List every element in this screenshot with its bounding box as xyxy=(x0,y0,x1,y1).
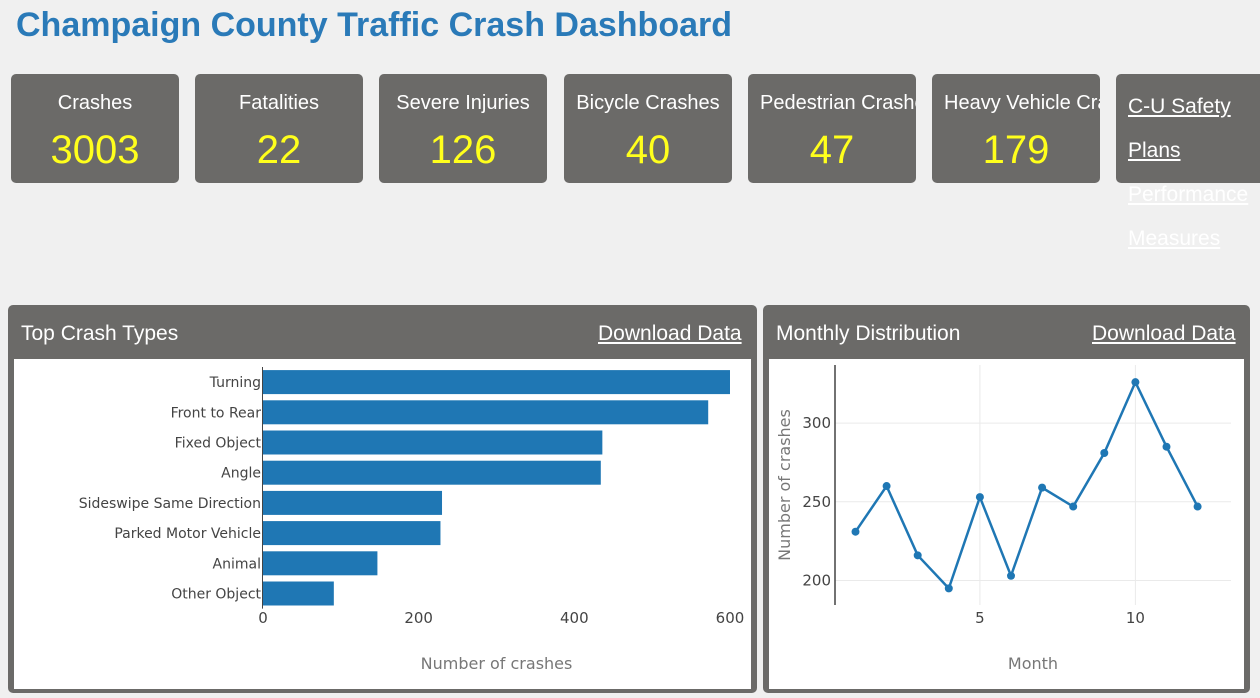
bar xyxy=(263,490,443,515)
series-line xyxy=(854,379,1199,591)
stat-card-heavy-vehicle-crashes: Heavy Vehicle Crashes 179 xyxy=(932,74,1100,183)
x-tick-label: 5 xyxy=(975,609,985,627)
panel-title: Top Crash Types xyxy=(21,322,179,345)
data-point xyxy=(1069,502,1078,511)
stat-value: 3003 xyxy=(50,128,140,172)
stat-label: Heavy Vehicle Crashes xyxy=(944,92,1100,114)
stat-label: Bicycle Crashes xyxy=(576,92,720,114)
stat-value: 40 xyxy=(625,128,671,172)
y-tick-label: 200 xyxy=(802,572,831,590)
category-label: Other Object xyxy=(171,587,261,603)
x-tick-label: 10 xyxy=(1126,609,1145,627)
category-label: Angle xyxy=(221,466,261,482)
stat-value: 126 xyxy=(429,128,497,172)
monthly-plot-area: 200 250 300 5 10 Month Number of crashes xyxy=(769,359,1244,689)
data-point xyxy=(944,584,953,593)
crash-types-plot-area: Turning Front to Rear Fixed Object Angle Sid… xyxy=(14,359,751,689)
x-tick-label: 400 xyxy=(560,609,589,627)
stat-card-crashes: Crashes 3003 xyxy=(11,74,179,183)
bar xyxy=(263,400,709,425)
data-point xyxy=(1131,378,1140,387)
category-label: Animal xyxy=(213,556,261,572)
stat-card-bicycle-crashes: Bicycle Crashes 40 xyxy=(564,74,732,183)
category-label: Parked Motor Vehicle xyxy=(114,526,261,542)
bar xyxy=(263,460,601,485)
x-tick-label: 200 xyxy=(404,609,433,627)
data-point xyxy=(1038,483,1047,492)
monthly-line-chart: 200 250 300 5 10 Month Number of crashes xyxy=(775,365,1231,673)
stat-value: 179 xyxy=(982,128,1050,172)
stat-value: 22 xyxy=(256,128,302,172)
x-tick-label: 600 xyxy=(716,609,745,627)
stat-card-pedestrian-crashes: Pedestrian Crashes 47 xyxy=(748,74,916,183)
stat-card-severe-injuries: Severe Injuries 126 xyxy=(379,74,547,183)
data-point xyxy=(1193,502,1202,511)
stat-card-fatalities: Fatalities 22 xyxy=(195,74,363,183)
stat-label: Severe Injuries xyxy=(396,92,530,114)
y-axis-title: Number of crashes xyxy=(775,409,794,561)
bar xyxy=(263,551,378,576)
links-card xyxy=(1116,74,1260,183)
stat-label: Crashes xyxy=(57,92,133,114)
safety-plans-link-line1[interactable]: C-U Safety xyxy=(1128,95,1231,119)
bar xyxy=(263,521,441,546)
data-point xyxy=(975,493,984,502)
y-tick-label: 250 xyxy=(802,493,831,511)
safety-plans-link-line2[interactable]: Plans xyxy=(1128,139,1181,163)
category-label: Front to Rear xyxy=(171,405,262,421)
download-data-link[interactable]: Download Data xyxy=(598,322,742,346)
panel-title: Monthly Distribution xyxy=(776,322,961,345)
monthly-panel: Monthly Distribution Download Data 200 25… xyxy=(763,305,1250,693)
data-point xyxy=(1007,571,1015,580)
data-point xyxy=(1162,442,1171,451)
x-tick-label: 0 xyxy=(258,609,268,627)
x-axis-title: Month xyxy=(1008,654,1058,673)
y-tick-label: 300 xyxy=(802,414,831,432)
bar xyxy=(263,581,334,606)
bar xyxy=(263,370,730,395)
data-point xyxy=(913,551,922,560)
stat-label: Pedestrian Crashes xyxy=(760,92,916,114)
crash-types-bar-chart: Turning Front to Rear Fixed Object Angle Sid… xyxy=(79,367,745,673)
data-point xyxy=(882,482,891,491)
stat-label: Fatalities xyxy=(238,92,320,114)
stat-value: 47 xyxy=(809,128,855,172)
data-point xyxy=(1100,449,1109,458)
category-label: Turning xyxy=(209,375,261,391)
page-title: Champaign County Traffic Crash Dashboard xyxy=(16,6,732,44)
download-data-link[interactable]: Download Data xyxy=(1092,322,1236,346)
performance-measures-link-line1[interactable]: Performance xyxy=(1128,183,1248,207)
bar xyxy=(263,430,603,455)
category-label: Fixed Object xyxy=(175,436,262,452)
data-point xyxy=(851,527,860,536)
x-axis-title: Number of crashes xyxy=(421,654,573,673)
category-label: Sideswipe Same Direction xyxy=(79,496,261,512)
crash-types-panel: Top Crash Types Download Data Turning Fro… xyxy=(8,305,757,693)
performance-measures-link-line2[interactable]: Measures xyxy=(1128,227,1220,251)
